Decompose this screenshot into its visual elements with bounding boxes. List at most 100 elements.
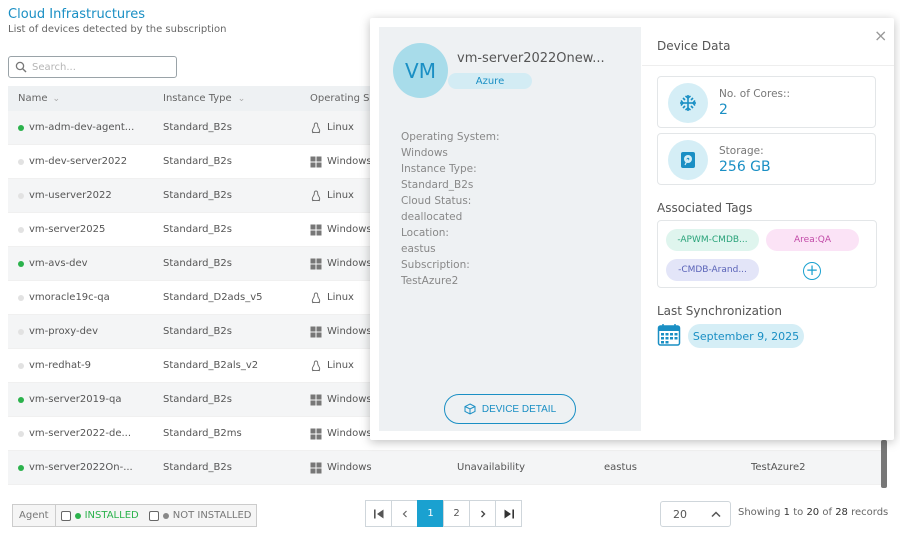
status-dot-icon [18,226,24,233]
page-button-2[interactable]: 2 [443,500,470,527]
status-dot-icon [18,158,24,165]
device-name: vm-server2022Onew... [457,51,605,66]
provider-badge: Azure [448,73,532,89]
column-header-name[interactable]: Name ⌄ [8,93,163,104]
device-name: vmoracle19c-qa [29,292,110,303]
page-title: Cloud Infrastructures [8,7,145,22]
last-page-button[interactable] [495,500,522,527]
property-label: Subscription: [401,259,470,271]
property-label: Cloud Status: [401,195,472,207]
device-name-cell: vm-server2022-de... [8,428,163,439]
instance-type-cell: Standard_B2s [163,224,232,235]
installed-dot-icon [74,512,81,519]
not-installed-filter[interactable]: NOT INSTALLED [144,510,257,521]
storage-value: 256 GB [719,159,771,175]
status-dot-icon [18,362,24,369]
device-name-cell: vm-proxy-dev [8,326,163,337]
chevron-up-icon [711,511,721,518]
instance-type-cell: Standard_B2als_v2 [163,360,259,371]
windows-icon [310,156,322,168]
table-scrollbar[interactable] [881,440,887,488]
device-name-cell: vm-dev-server2022 [8,156,163,167]
device-name: vm-dev-server2022 [29,156,128,167]
tag-chip[interactable]: -CMDB-Arand... [666,259,759,281]
status-dot-icon [18,430,24,437]
device-name-cell: vm-server2025 [8,224,163,235]
os-label: Windows [327,428,372,439]
close-icon[interactable]: × [874,26,887,45]
prev-page-button[interactable] [391,500,418,527]
instance-type-cell: Standard_B2s [163,326,232,337]
os-cell: Windows [310,462,457,474]
records-summary: Showing 1 to 20 of 28 records [738,507,889,518]
sync-date: September 9, 2025 [688,324,804,348]
installed-checkbox[interactable] [60,510,71,521]
tags-title: Associated Tags [657,201,753,215]
first-page-icon [373,509,383,518]
device-name: vm-server2025 [29,224,106,235]
instance-type-cell: Standard_B2ms [163,428,242,439]
page-subtitle: List of devices detected by the subscrip… [8,24,227,35]
tags-container: -APWM-CMDB... Area:QA -CMDB-Arand... + [657,220,877,288]
property-value: TestAzure2 [401,275,459,287]
tag-chip[interactable]: Area:QA [766,229,859,251]
sort-chevron-icon[interactable]: ⌄ [238,94,246,104]
cores-value: 2 [719,102,728,118]
next-page-button[interactable] [469,500,496,527]
property-value: Windows [401,147,448,159]
device-name-cell: vm-adm-dev-agent... [8,122,163,133]
pagination: 1 2 [365,500,522,527]
not-installed-label: NOT INSTALLED [172,510,252,521]
status-dot-icon [18,294,24,301]
search-input[interactable] [32,61,172,73]
windows-icon [310,428,322,440]
device-name-cell: vm-redhat-9 [8,360,163,371]
avatar: VM [393,43,448,98]
location-cell: eastus [604,462,637,473]
cores-label: No. of Cores:: [719,88,791,100]
sync-title: Last Synchronization [657,304,782,318]
property-value: deallocated [401,211,463,223]
device-name: vm-server2019-qa [29,394,122,405]
sort-chevron-icon[interactable]: ⌄ [53,94,61,104]
property-value: eastus [401,243,436,255]
subscription-cell: TestAzure2 [751,462,806,473]
first-page-button[interactable] [365,500,392,527]
page-size-value: 20 [673,507,687,521]
chevron-right-icon [480,510,485,517]
device-detail-button[interactable]: DEVICE DETAIL [444,394,576,424]
not-installed-checkbox[interactable] [148,510,159,521]
installed-filter[interactable]: INSTALLED [56,510,144,521]
device-popup: VM vm-server2022Onew... Azure Operating … [370,18,894,440]
search-input-wrapper[interactable] [8,56,177,78]
last-page-icon [504,509,514,518]
os-label: Linux [327,292,354,303]
instance-type-cell: Standard_B2s [163,394,232,405]
agent-filter: Agent INSTALLED NOT INSTALLED [12,504,258,527]
status-dot-icon [18,124,24,131]
column-header-instance-type[interactable]: Instance Type ⌄ [163,93,310,104]
device-name-cell: vmoracle19c-qa [8,292,163,303]
os-label: Windows [327,156,372,167]
add-tag-icon[interactable]: + [803,262,821,280]
status-dot-icon [18,464,24,471]
tag-chip[interactable]: -APWM-CMDB... [666,229,759,251]
agent-filter-label: Agent [13,505,56,526]
linux-icon [310,292,322,304]
page-size-select[interactable]: 20 [660,501,731,527]
cpu-icon [668,83,708,123]
table-row[interactable]: vm-server2022On-... Standard_B2s Windows Un… [8,451,886,485]
linux-icon [310,360,322,372]
device-summary-card: VM vm-server2022Onew... Azure Operating … [379,27,641,431]
divider [642,65,894,66]
os-label: Linux [327,360,354,371]
device-properties: Operating System: Windows Instance Type: St… [401,129,500,289]
os-label: Windows [327,394,372,405]
page-button-1[interactable]: 1 [417,500,444,527]
device-name-cell: vm-server2019-qa [8,394,163,405]
windows-icon [310,326,322,338]
storage-icon [668,140,708,180]
device-name-cell: vm-server2022On-... [8,462,163,473]
instance-type-cell: Standard_B2s [163,258,232,269]
device-name: vm-userver2022 [29,190,112,201]
